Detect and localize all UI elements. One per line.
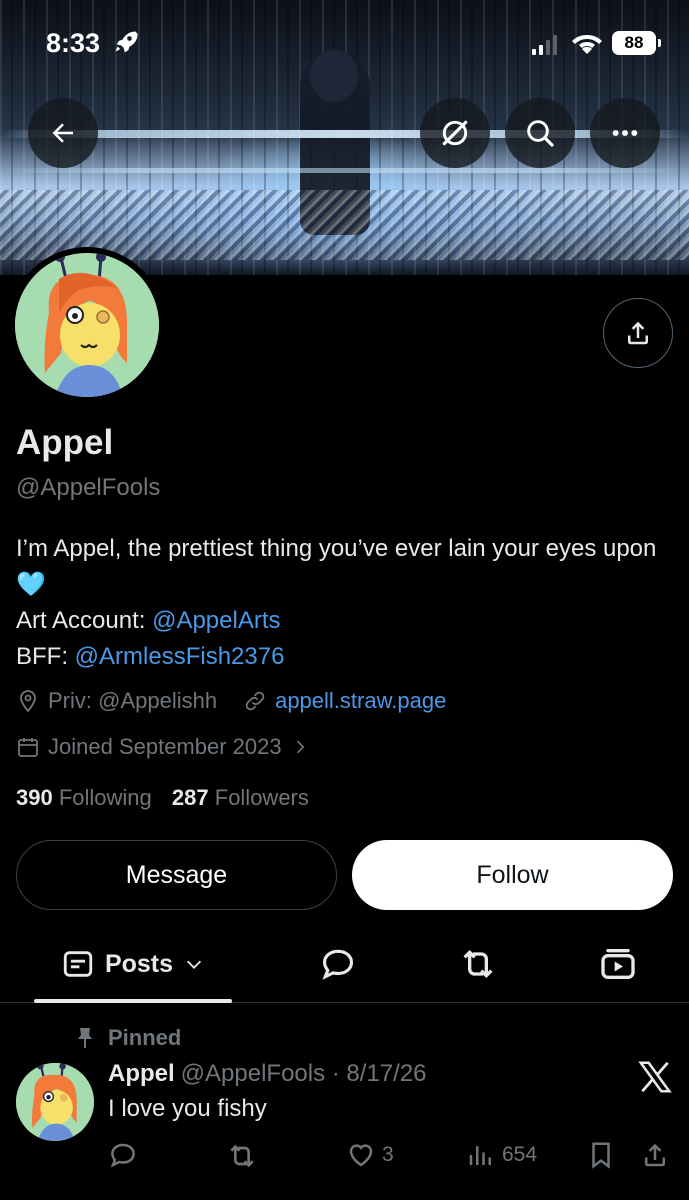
post-handle-date: @AppelFools · 8/17/26 — [180, 1060, 427, 1087]
location-text: Priv: @Appelishh — [48, 688, 218, 713]
posts-icon — [63, 951, 93, 977]
bio-bff-label: BFF: — [16, 643, 75, 670]
grok-button[interactable] — [420, 98, 490, 168]
art-account-mention[interactable]: @AppelArts — [152, 607, 280, 634]
post-author-name[interactable]: Appel — [108, 1060, 175, 1087]
profile-tabs: Posts — [0, 925, 689, 1003]
active-tab-indicator — [34, 999, 232, 1003]
share-profile-button[interactable] — [603, 298, 673, 368]
post-header: Appel @AppelFools · 8/17/26 — [108, 1060, 427, 1088]
bookmark-button[interactable] — [586, 1140, 622, 1170]
rocket-icon — [115, 31, 138, 53]
chevron-right-icon — [296, 740, 305, 754]
bio-emoji: 🩵 — [16, 571, 46, 598]
calendar-icon — [18, 738, 38, 757]
following-label: Following — [58, 785, 152, 810]
tab-posts-label: Posts — [104, 949, 174, 978]
followers-label: Followers — [214, 785, 309, 810]
follow-counts: 390 Following 287 Followers — [16, 785, 309, 811]
location-icon — [20, 690, 36, 713]
share-icon — [628, 321, 648, 345]
more-icon — [612, 130, 638, 136]
wifi-icon — [572, 35, 602, 54]
x-logo-icon — [638, 1061, 672, 1093]
grok-icon — [442, 120, 468, 146]
back-button[interactable] — [28, 98, 98, 168]
bff-mention[interactable]: @ArmlessFish2376 — [75, 643, 285, 670]
joined-text: Joined September 2023 — [48, 734, 282, 759]
followers-count: 287 — [171, 785, 209, 810]
share-icon — [645, 1143, 665, 1167]
tab-reposts[interactable] — [443, 925, 513, 1003]
post-actions: 3 654 — [108, 1140, 674, 1174]
like-icon — [349, 1144, 373, 1167]
view-count: 654 — [502, 1143, 538, 1166]
follow-button[interactable]: Follow — [352, 840, 673, 910]
pinned-indicator: Pinned — [76, 1025, 181, 1051]
bio-text: I’m Appel, the prettiest thing you’ve ev… — [16, 535, 657, 562]
profile-avatar[interactable] — [9, 247, 165, 403]
tab-media[interactable] — [583, 925, 653, 1003]
following-link[interactable]: 390 Following — [16, 785, 152, 810]
profile-bio: I’m Appel, the prettiest thing you’ve ev… — [16, 531, 676, 675]
views-button[interactable]: 654 — [466, 1140, 537, 1170]
more-button[interactable] — [590, 98, 660, 168]
profile-name: Appel — [16, 423, 114, 462]
status-time: 8:33 — [46, 28, 101, 58]
website-link[interactable]: appell.straw.page — [275, 688, 446, 714]
reply-button[interactable] — [108, 1140, 144, 1170]
profile-meta-joined[interactable]: Joined September 2023 — [16, 734, 318, 760]
message-button[interactable]: Message — [16, 840, 337, 910]
media-icon — [601, 949, 635, 979]
views-icon — [469, 1146, 491, 1165]
banner-streak-2 — [0, 168, 689, 173]
profile-handle: @AppelFools — [16, 474, 161, 501]
banner-streak — [0, 130, 689, 138]
reposts-icon — [463, 949, 493, 979]
reply-icon — [110, 1143, 135, 1168]
search-button[interactable] — [505, 98, 575, 168]
signal-icon — [532, 35, 557, 55]
tab-replies[interactable] — [303, 925, 373, 1003]
followers-link[interactable]: 287 Followers — [172, 785, 309, 810]
post-share-button[interactable] — [640, 1140, 676, 1170]
pin-icon — [78, 1028, 92, 1048]
avatar-image — [15, 253, 159, 397]
battery-indicator: 88 — [612, 31, 661, 55]
chevron-down-icon — [186, 960, 202, 969]
like-count: 3 — [382, 1143, 394, 1166]
back-arrow-icon — [52, 123, 73, 143]
tab-posts[interactable]: Posts — [34, 925, 232, 1003]
search-icon — [527, 120, 554, 147]
retweet-button[interactable] — [226, 1140, 264, 1172]
like-button[interactable]: 3 — [346, 1140, 394, 1170]
pinned-label: Pinned — [108, 1025, 182, 1050]
post-text: I love you fishy — [108, 1095, 267, 1122]
replies-icon — [322, 949, 354, 980]
retweet-icon — [230, 1144, 254, 1168]
status-bar: 8:33 88 — [0, 0, 689, 90]
post-avatar[interactable] — [16, 1063, 94, 1141]
link-icon — [245, 691, 265, 711]
bookmark-icon — [592, 1142, 610, 1169]
following-count: 390 — [16, 785, 53, 810]
bio-art-label: Art Account: — [16, 607, 153, 634]
profile-meta-location: Priv: @Appelishh appell.straw.page — [16, 688, 446, 714]
